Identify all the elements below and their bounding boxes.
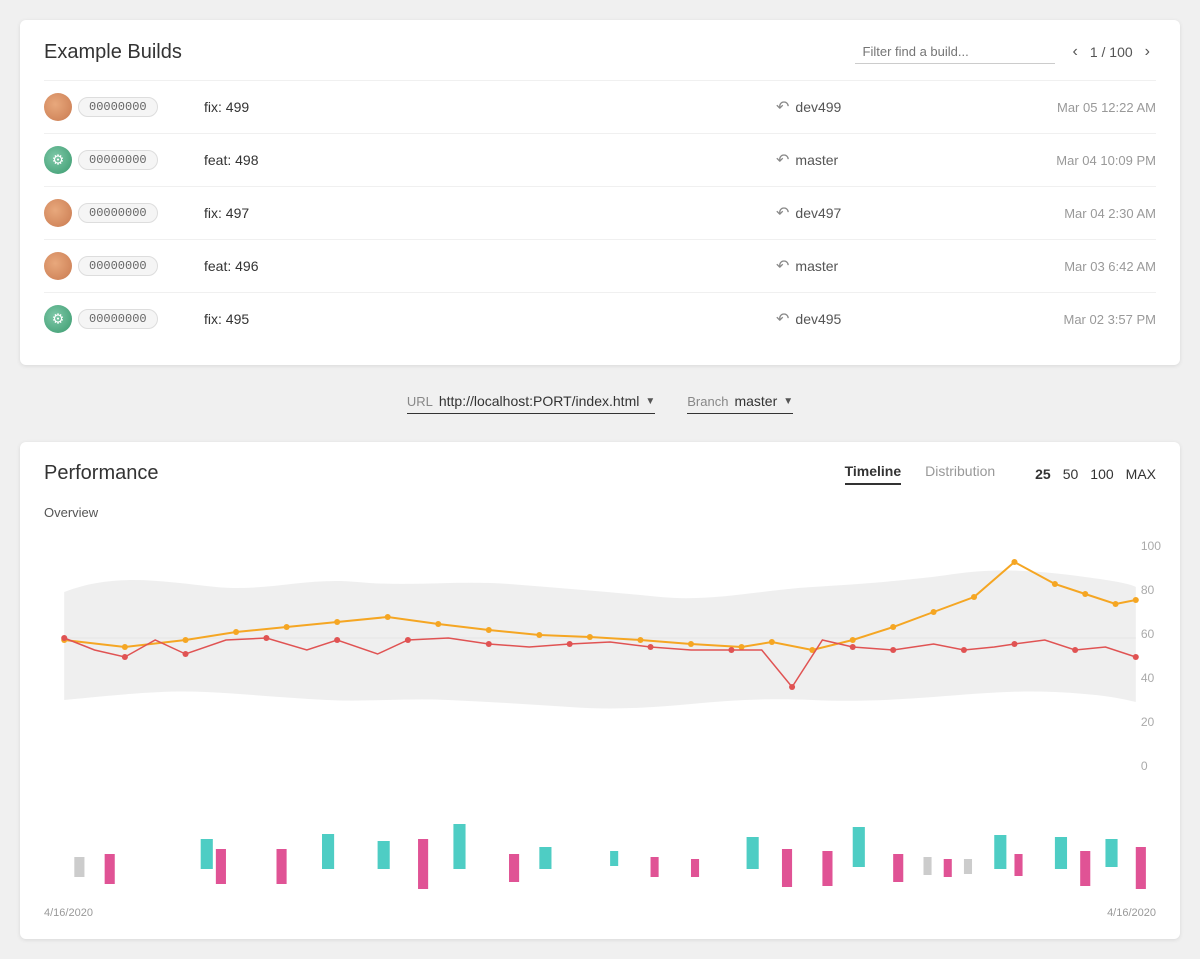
build-message: feat: 498 <box>204 152 776 168</box>
build-message: fix: 499 <box>204 99 776 115</box>
table-row[interactable]: 00000000 fix: 497 ↶ dev497 Mar 04 2:30 A… <box>44 186 1156 239</box>
branch-selector[interactable]: Branch master ▼ <box>687 393 793 414</box>
builds-controls: ‹ 1 / 100 › <box>855 40 1156 64</box>
x-axis-left: 4/16/2020 <box>44 907 93 919</box>
size-btn-max[interactable]: MAX <box>1126 466 1156 482</box>
url-branch-bar: URL http://localhost:PORT/index.html ▼ B… <box>20 385 1180 422</box>
build-id-cell: 00000000 <box>44 252 204 280</box>
build-date: Mar 02 3:57 PM <box>976 312 1156 327</box>
size-btn-25[interactable]: 25 <box>1035 466 1051 482</box>
overview-label: Overview <box>44 505 1156 520</box>
branch-name: master <box>795 258 838 274</box>
branch-name: dev499 <box>795 99 841 115</box>
x-axis-labels: 4/16/2020 4/16/2020 <box>44 907 1156 919</box>
build-date: Mar 03 6:42 AM <box>976 259 1156 274</box>
build-message: fix: 495 <box>204 311 776 327</box>
branch-icon: ↶ <box>776 150 789 170</box>
build-branch-cell: ↶ dev497 <box>776 203 976 223</box>
svg-text:80: 80 <box>1141 583 1155 597</box>
build-message: fix: 497 <box>204 205 776 221</box>
table-row[interactable]: 00000000 feat: 496 ↶ master Mar 03 6:42 … <box>44 239 1156 292</box>
build-branch-cell: ↶ dev499 <box>776 97 976 117</box>
build-date: Mar 04 2:30 AM <box>976 206 1156 221</box>
build-id-badge: 00000000 <box>78 309 158 329</box>
branch-icon: ↶ <box>776 309 789 329</box>
svg-text:40: 40 <box>1141 671 1155 685</box>
branch-name: master <box>795 152 838 168</box>
url-label: URL <box>407 394 433 409</box>
branch-icon: ↶ <box>776 203 789 223</box>
next-page-button[interactable]: › <box>1139 41 1156 63</box>
svg-text:60: 60 <box>1141 627 1155 641</box>
perf-tabs: Timeline Distribution <box>845 463 996 485</box>
chart-wrapper: 100 80 60 40 20 0 <box>44 532 1156 919</box>
tab-distribution[interactable]: Distribution <box>925 463 995 485</box>
build-message: feat: 496 <box>204 258 776 274</box>
branch-icon: ↶ <box>776 97 789 117</box>
builds-panel: Example Builds ‹ 1 / 100 › 00000000 fix:… <box>20 20 1180 365</box>
avatar <box>44 146 72 174</box>
build-id-badge: 00000000 <box>78 203 158 223</box>
build-id-cell: 00000000 <box>44 199 204 227</box>
branch-name: dev495 <box>795 311 841 327</box>
table-row[interactable]: 00000000 fix: 499 ↶ dev499 Mar 05 12:22 … <box>44 80 1156 133</box>
bar-chart <box>44 819 1156 899</box>
build-date: Mar 04 10:09 PM <box>976 153 1156 168</box>
performance-chart: 100 80 60 40 20 0 <box>44 532 1156 812</box>
tab-timeline[interactable]: Timeline <box>845 463 902 485</box>
svg-text:100: 100 <box>1141 539 1162 553</box>
branch-value: master <box>734 393 777 409</box>
builds-title: Example Builds <box>44 41 182 64</box>
build-id-badge: 00000000 <box>78 97 158 117</box>
build-id-badge: 00000000 <box>78 150 158 170</box>
branch-label: Branch <box>687 394 728 409</box>
build-id-cell: 00000000 <box>44 146 204 174</box>
perf-title: Performance <box>44 462 845 485</box>
perf-header: Performance Timeline Distribution 25 50 … <box>44 462 1156 485</box>
builds-list: 00000000 fix: 499 ↶ dev499 Mar 05 12:22 … <box>44 80 1156 345</box>
builds-header: Example Builds ‹ 1 / 100 › <box>44 40 1156 64</box>
build-branch-cell: ↶ dev495 <box>776 309 976 329</box>
branch-dropdown-arrow: ▼ <box>783 396 793 407</box>
build-branch-cell: ↶ master <box>776 256 976 276</box>
avatar <box>44 93 72 121</box>
avatar <box>44 305 72 333</box>
avatar <box>44 199 72 227</box>
table-row[interactable]: 00000000 feat: 498 ↶ master Mar 04 10:09… <box>44 133 1156 186</box>
avatar <box>44 252 72 280</box>
branch-icon: ↶ <box>776 256 789 276</box>
svg-text:20: 20 <box>1141 715 1155 729</box>
build-id-cell: 00000000 <box>44 93 204 121</box>
branch-name: dev497 <box>795 205 841 221</box>
perf-size-buttons: 25 50 100 MAX <box>1035 466 1156 482</box>
filter-input[interactable] <box>855 40 1055 64</box>
size-btn-100[interactable]: 100 <box>1090 466 1113 482</box>
url-value: http://localhost:PORT/index.html <box>439 393 640 409</box>
build-branch-cell: ↶ master <box>776 150 976 170</box>
pagination-label: 1 / 100 <box>1090 44 1133 60</box>
build-id-cell: 00000000 <box>44 305 204 333</box>
table-row[interactable]: 00000000 fix: 495 ↶ dev495 Mar 02 3:57 P… <box>44 292 1156 345</box>
build-date: Mar 05 12:22 AM <box>976 100 1156 115</box>
url-dropdown-arrow: ▼ <box>645 396 655 407</box>
x-axis-right: 4/16/2020 <box>1107 907 1156 919</box>
url-selector[interactable]: URL http://localhost:PORT/index.html ▼ <box>407 393 655 414</box>
pagination: ‹ 1 / 100 › <box>1067 41 1156 63</box>
size-btn-50[interactable]: 50 <box>1063 466 1079 482</box>
svg-text:0: 0 <box>1141 759 1148 773</box>
performance-panel: Performance Timeline Distribution 25 50 … <box>20 442 1180 939</box>
prev-page-button[interactable]: ‹ <box>1067 41 1084 63</box>
build-id-badge: 00000000 <box>78 256 158 276</box>
